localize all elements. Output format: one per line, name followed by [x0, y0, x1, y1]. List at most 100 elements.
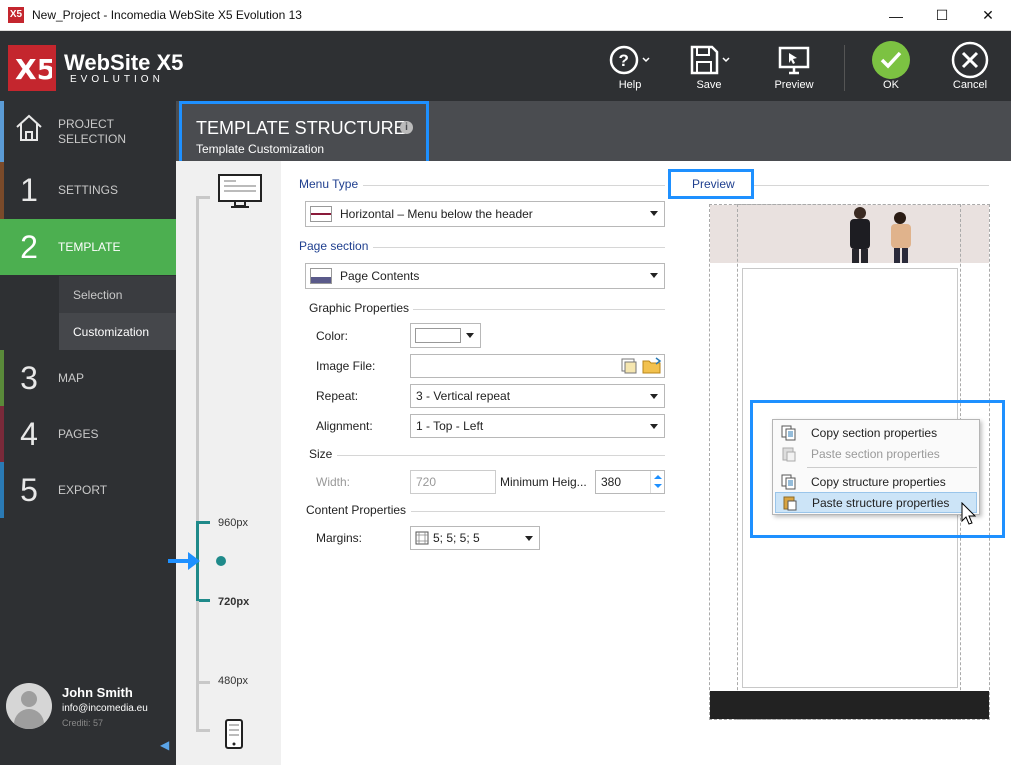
preview-button[interactable]: Preview — [762, 41, 826, 91]
close-window-button[interactable]: ✕ — [965, 0, 1011, 31]
app-icon: X5 — [8, 7, 24, 23]
highlight-box-preview — [668, 169, 754, 199]
user-email: info@incomedia.eu — [62, 703, 148, 714]
chevron-down-icon — [650, 211, 658, 216]
logo-mark-icon: X5 — [8, 45, 56, 91]
subnav-selection[interactable]: Selection — [59, 276, 176, 313]
svg-text:X5: X5 — [15, 53, 52, 86]
avatar — [6, 683, 52, 729]
width-label: Width: — [316, 475, 351, 489]
margins-icon — [415, 531, 429, 545]
user-name: John Smith — [62, 685, 133, 700]
resolution-slider[interactable]: 960px 720px 480px — [168, 161, 281, 765]
width-input[interactable]: 720 — [410, 470, 496, 494]
menu-type-select[interactable]: Horizontal – Menu below the header — [305, 201, 665, 227]
ok-label: OK — [883, 79, 899, 91]
home-icon — [16, 114, 42, 141]
maximize-button[interactable]: ☐ — [919, 0, 965, 31]
min-height-spinner[interactable] — [650, 471, 664, 493]
sidebar-item-label: SETTINGS — [58, 183, 119, 197]
color-swatch — [415, 328, 461, 343]
sidebar-item-export[interactable]: 5 EXPORT — [0, 462, 176, 518]
save-icon — [690, 45, 730, 75]
preview-label: Preview — [774, 79, 814, 91]
min-height-input[interactable]: 380 — [595, 470, 665, 494]
step-number: 1 — [20, 172, 38, 208]
step-number: 5 — [20, 471, 38, 508]
sidebar-item-project-selection[interactable]: PROJECT SELECTION — [0, 101, 176, 162]
sidebar: PROJECT SELECTION 1 SETTINGS 2 TEMPLATE … — [0, 101, 176, 765]
sidebar-item-label: TEMPLATE — [58, 239, 121, 254]
highlight-box-context-menu — [750, 400, 1005, 538]
help-button[interactable]: ? Help — [598, 41, 662, 91]
main-toolbar: X5 WebSite X5 EVOLUTION ? Help Save Prev… — [0, 31, 1011, 101]
sidebar-item-map[interactable]: 3 MAP — [0, 350, 176, 406]
preview-footer — [710, 691, 989, 719]
slider-knob[interactable] — [216, 556, 226, 566]
menu-type-label: Menu Type — [299, 177, 359, 191]
color-picker[interactable] — [410, 323, 481, 348]
chevron-down-icon — [650, 424, 658, 429]
logo: X5 WebSite X5 EVOLUTION — [8, 45, 183, 91]
mobile-icon — [225, 719, 243, 749]
alignment-value: 1 - Top - Left — [416, 419, 484, 433]
help-label: Help — [618, 79, 642, 91]
step-number: 3 — [20, 359, 38, 396]
alignment-label: Alignment: — [316, 419, 373, 433]
highlight-box-title — [179, 101, 429, 167]
sidebar-item-settings[interactable]: 1 SETTINGS — [0, 162, 176, 219]
page-contents-icon — [310, 268, 332, 284]
svg-text:?: ? — [619, 51, 629, 70]
size-label: Size — [309, 447, 333, 461]
margins-label: Margins: — [316, 531, 363, 545]
image-gallery-icon[interactable] — [620, 357, 638, 375]
sidebar-item-label: MAP — [58, 370, 85, 385]
toolbar-divider — [844, 45, 845, 91]
menu-layout-icon — [310, 206, 332, 222]
collapse-sidebar-icon[interactable]: ◀ — [160, 738, 169, 752]
image-file-label: Image File: — [316, 359, 376, 373]
chevron-down-icon — [650, 394, 658, 399]
cancel-label: Cancel — [952, 79, 988, 91]
folder-open-icon[interactable] — [642, 357, 662, 375]
repeat-value: 3 - Vertical repeat — [416, 389, 511, 403]
alignment-select[interactable]: 1 - Top - Left — [410, 414, 665, 438]
title-bar: X5 New_Project - Incomedia WebSite X5 Ev… — [0, 0, 1011, 31]
step-number: 4 — [20, 415, 38, 452]
pointer-arrow-icon — [168, 552, 200, 570]
sidebar-item-label: EXPORT — [58, 482, 108, 497]
color-label: Color: — [316, 329, 349, 343]
page-section-select[interactable]: Page Contents — [305, 263, 665, 289]
repeat-select[interactable]: 3 - Vertical repeat — [410, 384, 665, 408]
sidebar-item-template[interactable]: 2 TEMPLATE — [0, 219, 176, 275]
slider-label-480: 480px — [218, 675, 248, 687]
desktop-icon — [218, 174, 262, 208]
page-section-label: Page section — [299, 239, 369, 253]
sidebar-item-label: PAGES — [58, 426, 99, 441]
save-label: Save — [696, 79, 722, 91]
margins-select[interactable]: 5; 5; 5; 5 — [410, 526, 540, 550]
repeat-label: Repeat: — [316, 389, 359, 403]
slider-label-720: 720px — [218, 596, 250, 608]
chevron-down-icon — [525, 536, 533, 541]
minimize-button[interactable]: — — [873, 0, 919, 31]
min-height-label: Minimum Heig... — [500, 475, 587, 489]
graphic-properties-label: Graphic Properties — [309, 301, 410, 315]
save-button[interactable]: Save — [677, 41, 741, 91]
preview-icon — [778, 46, 810, 75]
min-height-value: 380 — [601, 475, 622, 489]
content-properties-label: Content Properties — [306, 503, 407, 517]
sidebar-item-label: PROJECT SELECTION — [58, 116, 127, 146]
user-profile[interactable]: John Smith info@incomedia.eu Crediti: 57 — [6, 683, 148, 729]
cancel-button[interactable]: Cancel — [938, 41, 1002, 91]
help-icon: ? — [609, 45, 650, 75]
sidebar-item-pages[interactable]: 4 PAGES — [0, 406, 176, 462]
margins-value: 5; 5; 5; 5 — [433, 531, 480, 545]
chevron-down-icon — [650, 273, 658, 278]
window-title: New_Project - Incomedia WebSite X5 Evolu… — [32, 8, 302, 22]
logo-title: WebSite X5 — [64, 50, 184, 75]
cancel-icon — [951, 41, 989, 79]
user-credits: Crediti: 57 — [62, 718, 104, 728]
subnav-customization[interactable]: Customization — [59, 313, 176, 350]
ok-button[interactable]: OK — [859, 41, 923, 91]
